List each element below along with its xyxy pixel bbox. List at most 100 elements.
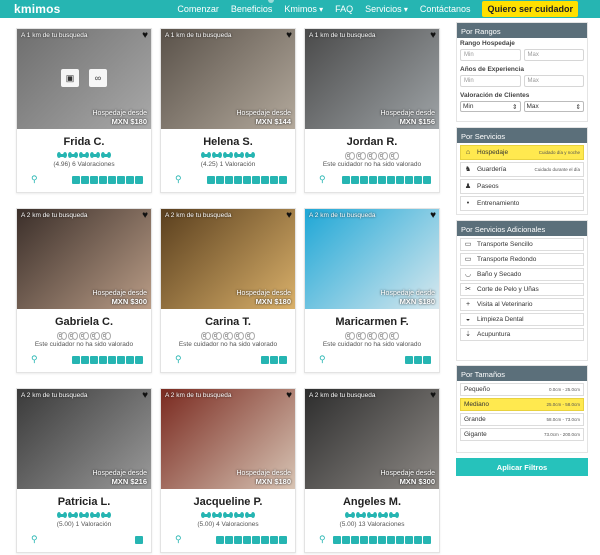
favorite-heart-icon[interactable]: ♥	[142, 211, 148, 221]
nav-faq[interactable]: FAQ	[329, 4, 359, 14]
nav-comenzar[interactable]: Comenzar	[171, 4, 225, 14]
service-icon	[360, 536, 368, 544]
service-icon	[423, 356, 431, 364]
additional-filter-4[interactable]: + Visita al Veterinario	[460, 298, 584, 311]
caregiver-card[interactable]: A 2 km de tu busqueda ♥ Hospedaje desde …	[16, 388, 152, 553]
caregiver-photo[interactable]: A 2 km de tu busqueda ♥ Hospedaje desde …	[305, 209, 439, 309]
service-icon	[81, 356, 89, 364]
caregiver-name[interactable]: Angeles M.	[305, 496, 439, 508]
map-pin-icon[interactable]: ⚲	[319, 534, 327, 544]
caregiver-card[interactable]: A 1 km de tu busqueda ♥ ▣ ∞ Hospedaje des…	[16, 28, 152, 193]
car-icon: ▭	[464, 255, 472, 263]
experience-min-input[interactable]: Min	[460, 75, 521, 87]
service-filter-2[interactable]: ♟ Paseos	[460, 179, 584, 194]
distance-label: A 2 km de tu busqueda	[165, 392, 232, 399]
additional-filter-6[interactable]: ⇣ Acupuntura	[460, 328, 584, 341]
caregiver-card[interactable]: A 1 km de tu busqueda ♥ Hospedaje desde …	[304, 28, 440, 193]
caregiver-photo[interactable]: A 2 km de tu busqueda ♥ Hospedaje desde …	[161, 209, 295, 309]
caregiver-photo[interactable]: A 2 km de tu busqueda ♥ Hospedaje desde …	[161, 389, 295, 489]
nav-kmimos[interactable]: Kmimos	[278, 4, 329, 14]
additional-filter-2[interactable]: ◡ Baño y Secado	[460, 268, 584, 281]
experience-label: Años de Experiencia	[460, 66, 524, 73]
service-filter-1[interactable]: ♞ Guardería Cuidado durante el día	[460, 162, 584, 177]
caregiver-name[interactable]: Maricarmen F.	[305, 316, 439, 328]
service-icons	[72, 356, 143, 364]
caregiver-photo[interactable]: A 1 km de tu busqueda ♥ ▣ ∞ Hospedaje des…	[17, 29, 151, 129]
link-icon[interactable]: ∞	[89, 69, 107, 87]
caregiver-card[interactable]: A 2 km de tu busqueda ♥ Hospedaje desde …	[160, 388, 296, 553]
caregiver-photo[interactable]: A 2 km de tu busqueda ♥ Hospedaje desde …	[17, 389, 151, 489]
caregiver-name[interactable]: Jordan R.	[305, 136, 439, 148]
logo[interactable]: kmimos	[14, 2, 61, 16]
rating-text: Este cuidador no ha sido valorado	[322, 161, 422, 168]
favorite-heart-icon[interactable]: ♥	[286, 391, 292, 401]
apply-filters-button[interactable]: Aplicar Filtros	[456, 458, 588, 476]
price-max-input[interactable]: Max	[523, 49, 584, 61]
size-filter-2[interactable]: Grande 58.0cm - 73.0cm	[460, 413, 584, 426]
filter-sizes-title: Por Tamaños	[457, 366, 587, 381]
favorite-heart-icon[interactable]: ♥	[142, 31, 148, 41]
experience-max-input[interactable]: Max	[523, 75, 584, 87]
favorite-heart-icon[interactable]: ♥	[430, 31, 436, 41]
distance-label: A 2 km de tu busqueda	[309, 392, 376, 399]
size-filter-0[interactable]: Pequeño 0.0cm - 25.0cm	[460, 383, 584, 396]
additional-filter-5[interactable]: ◒ Limpieza Dental	[460, 313, 584, 326]
rating-min-select[interactable]: Min ⇕	[460, 101, 521, 112]
caregiver-name[interactable]: Patricia L.	[17, 496, 151, 508]
nav-beneficios[interactable]: Beneficios	[225, 4, 279, 14]
caregiver-name[interactable]: Frida C.	[17, 136, 151, 148]
nav-contactanos[interactable]: Contáctanos	[414, 4, 477, 14]
bone-rating-icon	[345, 152, 355, 160]
caregiver-card[interactable]: A 2 km de tu busqueda ♥ Hospedaje desde …	[304, 208, 440, 373]
caregiver-card[interactable]: A 1 km de tu busqueda ♥ Hospedaje desde …	[160, 28, 296, 193]
additional-filter-3[interactable]: ✂ Corte de Pelo y Uñas	[460, 283, 584, 296]
service-icon	[90, 356, 98, 364]
become-caregiver-button[interactable]: Quiero ser cuidador	[482, 1, 578, 17]
caregiver-name[interactable]: Helena S.	[161, 136, 295, 148]
size-filter-3[interactable]: Gigante 73.0cm - 200.0cm	[460, 428, 584, 441]
caregiver-card[interactable]: A 2 km de tu busqueda ♥ Hospedaje desde …	[160, 208, 296, 373]
favorite-heart-icon[interactable]: ♥	[286, 31, 292, 41]
map-pin-icon[interactable]: ⚲	[319, 174, 327, 184]
map-pin-icon[interactable]: ⚲	[319, 354, 327, 364]
bone-rating-icon	[223, 332, 233, 340]
caregiver-photo[interactable]: A 2 km de tu busqueda ♥ Hospedaje desde …	[305, 389, 439, 489]
service-filter-3[interactable]: • Entrenamiento	[460, 196, 584, 211]
favorite-heart-icon[interactable]: ♥	[430, 211, 436, 221]
bone-rating-icon	[378, 512, 388, 518]
additional-filter-label: Corte de Pelo y Uñas	[477, 286, 539, 293]
caregiver-card[interactable]: A 2 km de tu busqueda ♥ Hospedaje desde …	[16, 208, 152, 373]
map-pin-icon[interactable]: ⚲	[175, 354, 183, 364]
price-min-input[interactable]: Min	[460, 49, 521, 61]
map-pin-icon[interactable]: ⚲	[31, 174, 39, 184]
caregiver-photo[interactable]: A 2 km de tu busqueda ♥ Hospedaje desde …	[17, 209, 151, 309]
favorite-heart-icon[interactable]: ♥	[430, 391, 436, 401]
additional-filter-0[interactable]: ▭ Transporte Sencillo	[460, 238, 584, 251]
favorite-heart-icon[interactable]: ♥	[286, 211, 292, 221]
map-pin-icon[interactable]: ⚲	[175, 174, 183, 184]
caregiver-card[interactable]: A 2 km de tu busqueda ♥ Hospedaje desde …	[304, 388, 440, 553]
map-pin-icon[interactable]: ⚲	[175, 534, 183, 544]
additional-filter-1[interactable]: ▭ Transporte Redondo	[460, 253, 584, 266]
bone-rating-icon	[245, 332, 255, 340]
size-filter-desc: 25.0cm - 58.0cm	[546, 402, 580, 407]
caregiver-photo[interactable]: A 1 km de tu busqueda ♥ Hospedaje desde …	[161, 29, 295, 129]
map-pin-icon[interactable]: ⚲	[31, 354, 39, 364]
caregiver-photo[interactable]: A 1 km de tu busqueda ♥ Hospedaje desde …	[305, 29, 439, 129]
rating-text: Este cuidador no ha sido valorado	[322, 341, 422, 348]
rating-text: (5.00) 1 Valoración	[56, 521, 112, 528]
rating-max-select[interactable]: Max ⇕	[523, 101, 584, 112]
size-filter-1[interactable]: Mediano 25.0cm - 58.0cm	[460, 398, 584, 411]
image-icon[interactable]: ▣	[61, 69, 79, 87]
service-icon	[270, 536, 278, 544]
favorite-heart-icon[interactable]: ♥	[142, 391, 148, 401]
service-filter-0[interactable]: ⌂ Hospedaje Cuidado día y noche	[460, 145, 584, 160]
caregiver-name[interactable]: Gabriela C.	[17, 316, 151, 328]
caregiver-name[interactable]: Jacqueline P.	[161, 496, 295, 508]
map-pin-icon[interactable]: ⚲	[31, 534, 39, 544]
caregiver-name[interactable]: Carina T.	[161, 316, 295, 328]
service-icon	[396, 176, 404, 184]
nav-servicios[interactable]: Servicios	[359, 4, 414, 14]
rating-text: (5.00) 13 Valoraciones	[339, 521, 405, 528]
service-icon	[72, 176, 80, 184]
